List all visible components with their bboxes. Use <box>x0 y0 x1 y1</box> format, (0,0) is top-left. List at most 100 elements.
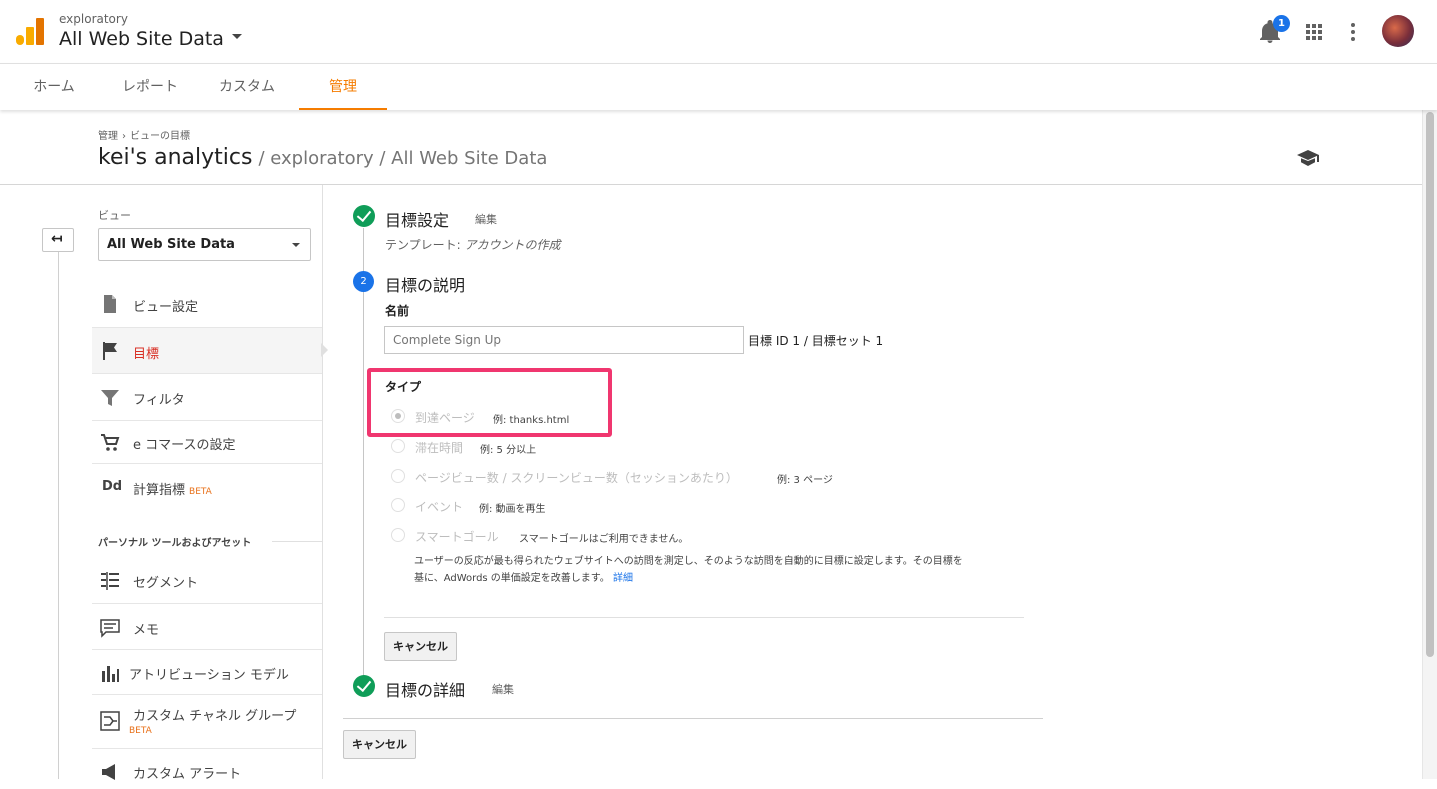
smart-desc-line1: ユーザーの反応が最も得られたウェブサイトへの訪問を測定し、そのような訪問を自動的… <box>414 556 963 567</box>
cancel-button-outer[interactable]: キャンセル <box>343 730 416 759</box>
top-bar: exploratory All Web Site Data 1 <box>0 0 1437 63</box>
analytics-logo-icon[interactable] <box>16 18 44 46</box>
breadcrumb-separator: › <box>122 131 126 142</box>
type-example-duration: 例: 5 分以上 <box>480 445 537 456</box>
template-label: テンプレート: <box>385 238 461 252</box>
radio-duration[interactable] <box>391 439 405 453</box>
step1-edit-link[interactable]: 編集 <box>475 211 497 227</box>
view-select-value: All Web Site Data <box>107 237 235 252</box>
sidebar-item-label: アトリビューション モデル <box>129 668 289 683</box>
page-title-path: / exploratory / All Web Site Data <box>258 148 548 169</box>
sidebar-item-filters[interactable]: フィルタ <box>92 374 322 421</box>
breadcrumb: 管理 › ビューの目標 <box>98 127 190 142</box>
section-title: パーソナル ツールおよびアセット <box>98 538 252 549</box>
highlight-box <box>367 368 612 437</box>
sidebar-item-notes[interactable]: メモ <box>92 604 322 650</box>
graduation-cap-icon[interactable] <box>1297 150 1319 166</box>
main-nav-tabs: ホーム レポート カスタム 管理 <box>0 63 1437 110</box>
sidebar-item-view-settings[interactable]: ビュー設定 <box>92 282 322 328</box>
view-select[interactable]: All Web Site Data <box>98 228 311 261</box>
cancel-button-inner[interactable]: キャンセル <box>384 632 457 661</box>
more-vert-icon[interactable] <box>1351 23 1355 41</box>
section-divider <box>272 541 322 542</box>
segment-icon <box>101 572 119 590</box>
beta-badge: BETA <box>189 487 212 497</box>
megaphone-icon <box>102 764 115 780</box>
account-selector[interactable]: All Web Site Data <box>59 28 242 50</box>
scrollbar-thumb[interactable] <box>1426 112 1434 657</box>
sidebar-item-ecommerce[interactable]: e コマースの設定 <box>92 421 322 464</box>
breadcrumb-admin[interactable]: 管理 <box>98 131 118 142</box>
sidebar-item-label-wrap: 計算指標 BETA <box>133 479 212 498</box>
bar-chart-icon <box>102 666 119 682</box>
filter-icon <box>101 390 119 406</box>
view-label: ビュー <box>98 209 131 222</box>
cart-icon <box>101 434 120 451</box>
page-title: kei's analytics / exploratory / All Web S… <box>98 145 547 170</box>
name-label: 名前 <box>385 304 410 318</box>
account-selector-label: All Web Site Data <box>59 28 224 50</box>
sidebar-item-custom-alerts[interactable]: カスタム アラート <box>92 749 322 789</box>
divider <box>343 718 1043 719</box>
tab-custom[interactable]: カスタム <box>205 64 289 110</box>
apps-grid-icon[interactable] <box>1306 24 1322 40</box>
divider <box>384 617 1024 618</box>
sidebar-item-channel-groups[interactable]: カスタム チャネル グループ BETA <box>92 695 322 749</box>
check-circle-icon <box>353 205 375 227</box>
check-circle-icon <box>353 675 375 697</box>
comment-icon <box>100 619 120 638</box>
type-option-pages-per-session[interactable]: ページビュー数 / スクリーンビュー数（セッションあたり） <box>415 469 738 486</box>
page-title-main: kei's analytics <box>98 145 253 170</box>
back-column-line <box>58 250 59 779</box>
smart-goal-description: ユーザーの反応が最も得られたウェブサイトへの訪問を測定し、そのような訪問を自動的… <box>414 553 1026 587</box>
smart-desc-line2: 基に、AdWords の単価設定を改善します。 <box>414 573 610 584</box>
sidebar-item-segments[interactable]: セグメント <box>92 557 322 604</box>
type-option-smart-goal[interactable]: スマートゴール <box>415 528 499 545</box>
tab-reports[interactable]: レポート <box>110 64 190 110</box>
learn-more-link[interactable]: 詳細 <box>613 573 633 584</box>
tab-home[interactable]: ホーム <box>14 64 94 110</box>
back-arrow-icon: ↤ <box>51 231 63 247</box>
chevron-down-icon <box>292 243 300 247</box>
sidebar-item-label: カスタム チャネル グループ <box>133 709 297 724</box>
template-value: アカウントの作成 <box>464 238 561 252</box>
sidebar-item-label: ビュー設定 <box>133 300 199 315</box>
sidebar-item-label: 計算指標 <box>133 483 186 498</box>
notification-badge: 1 <box>1273 15 1290 32</box>
sidebar-item-label: フィルタ <box>133 393 185 408</box>
step2-title: 目標の説明 <box>385 276 466 295</box>
step3-title: 目標の詳細 <box>385 681 466 700</box>
sidebar-item-goals[interactable]: 目標 <box>92 328 322 374</box>
sidebar-item-label: メモ <box>133 623 160 638</box>
type-option-duration[interactable]: 滞在時間 <box>415 439 463 456</box>
tab-admin[interactable]: 管理 <box>299 64 387 110</box>
sidebar-item-label: セグメント <box>133 576 199 591</box>
steps-connector-line <box>363 228 364 678</box>
panel-divider <box>322 185 323 779</box>
avatar[interactable] <box>1382 15 1414 47</box>
caret-down-icon <box>231 34 242 39</box>
active-item-pointer <box>321 343 328 357</box>
sidebar-item-label: e コマースの設定 <box>133 438 236 453</box>
template-line: テンプレート: アカウントの作成 <box>385 236 561 253</box>
goal-id-text: 目標 ID 1 / 目標セット 1 <box>748 334 884 348</box>
beta-badge: BETA <box>129 726 152 736</box>
back-button[interactable]: ↤ <box>42 228 74 252</box>
radio-smart-goal[interactable] <box>391 528 405 542</box>
type-option-event[interactable]: イベント <box>415 498 463 515</box>
goal-name-input[interactable] <box>384 326 744 354</box>
sidebar-item-label: 目標 <box>133 347 160 362</box>
page-header: 管理 › ビューの目標 kei's analytics / exploratory /… <box>0 110 1422 185</box>
channel-group-icon <box>100 711 120 731</box>
document-icon <box>104 295 116 313</box>
sidebar-item-attribution[interactable]: アトリビューション モデル <box>92 650 322 695</box>
flag-icon <box>103 342 117 360</box>
radio-pages-per-session[interactable] <box>391 469 405 483</box>
radio-event[interactable] <box>391 498 405 512</box>
type-example-pages: 例: 3 ページ <box>777 475 833 486</box>
step-number-badge: 2 <box>353 271 374 292</box>
step3-edit-link[interactable]: 編集 <box>492 681 514 697</box>
breadcrumb-view-goals[interactable]: ビューの目標 <box>130 131 190 142</box>
sidebar-item-calculated-metrics[interactable]: Dd 計算指標 BETA <box>92 464 322 510</box>
type-example-event: 例: 動画を再生 <box>479 504 546 515</box>
